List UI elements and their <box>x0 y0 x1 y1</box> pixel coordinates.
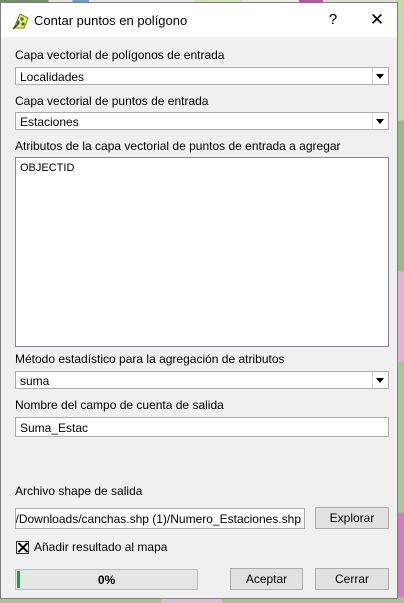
stat-method-label: Método estadístico para la agregación de… <box>15 352 285 366</box>
help-button[interactable]: ? <box>319 7 347 33</box>
polygon-layer-select[interactable]: Localidades <box>15 67 389 85</box>
count-field-label: Nombre del campo de cuenta de salida <box>15 398 224 412</box>
title-bar: Contar puntos en polígono ? ✕ <box>1 3 397 37</box>
chevron-down-icon[interactable] <box>372 113 388 129</box>
chevron-down-icon[interactable] <box>372 372 388 388</box>
output-shape-input[interactable]: ominio/Downloads/canchas.shp (1)/Numero_… <box>15 508 305 529</box>
close-button[interactable]: Cerrar <box>315 568 389 590</box>
attributes-list[interactable]: OBJECTID <box>15 157 389 347</box>
browse-button[interactable]: Explorar <box>315 507 389 529</box>
dialog-title: Contar puntos en polígono <box>34 13 188 28</box>
count-field-input[interactable]: Suma_Estac <box>15 417 389 437</box>
close-window-button[interactable]: ✕ <box>363 7 391 33</box>
stat-method-value: suma <box>20 374 50 388</box>
accept-button[interactable]: Aceptar <box>230 568 303 590</box>
chevron-down-icon[interactable] <box>372 68 388 84</box>
points-layer-value: Estaciones <box>20 115 79 129</box>
polygon-layer-label: Capa vectorial de polígonos de entrada <box>15 48 225 62</box>
points-layer-label: Capa vectorial de puntos de entrada <box>15 94 209 108</box>
add-to-map-label: Añadir resultado al mapa <box>34 540 168 554</box>
output-shape-label: Archivo shape de salida <box>15 484 143 498</box>
count-field-value: Suma_Estac <box>20 421 89 435</box>
stat-method-select[interactable]: suma <box>15 371 389 389</box>
output-shape-value: ominio/Downloads/canchas.shp (1)/Numero_… <box>15 512 301 526</box>
add-to-map-checkbox[interactable] <box>16 541 29 554</box>
qgis-plugin-icon <box>12 12 30 30</box>
count-points-dialog: Contar puntos en polígono ? ✕ Capa vecto… <box>0 2 398 599</box>
attributes-label: Atributos de la capa vectorial de puntos… <box>15 139 341 153</box>
points-layer-select[interactable]: Estaciones <box>15 112 389 130</box>
list-item[interactable]: OBJECTID <box>20 162 74 174</box>
progress-bar: 0% <box>15 569 198 590</box>
polygon-layer-value: Localidades <box>20 70 85 84</box>
progress-text: 0% <box>97 573 116 587</box>
